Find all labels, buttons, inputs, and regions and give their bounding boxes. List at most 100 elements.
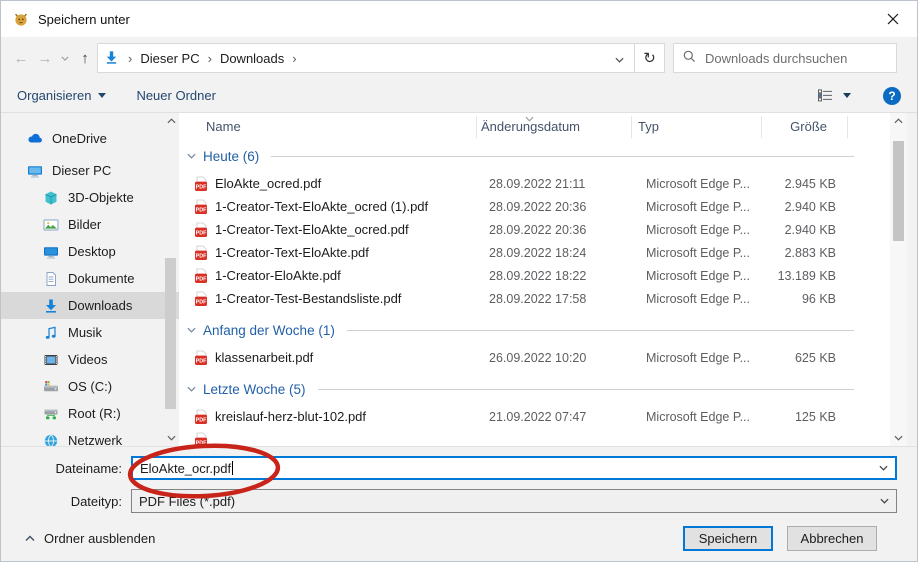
- sidebar-item-label: Dieser PC: [52, 163, 111, 178]
- close-icon[interactable]: [879, 6, 907, 32]
- file-name: 1-Creator-Test-Bestandsliste.pdf: [215, 291, 401, 306]
- cancel-button[interactable]: Abbrechen: [787, 526, 877, 551]
- view-options-chevron-icon[interactable]: [843, 93, 851, 98]
- group-label: Heute (6): [203, 149, 259, 164]
- file-name: 1-Creator-EloAkte.pdf: [215, 268, 341, 283]
- up-icon[interactable]: ↑: [73, 51, 97, 66]
- group-collapse-chevron-icon[interactable]: [187, 386, 196, 392]
- file-row-1-creator-test-bestandsliste-pdf[interactable]: PDF1-Creator-Test-Bestandsliste.pdf28.09…: [179, 287, 890, 310]
- new-folder-button[interactable]: Neuer Ordner: [136, 88, 215, 103]
- hide-folders-button[interactable]: Ordner ausblenden: [25, 531, 155, 546]
- breadcrumb-dieser-pc[interactable]: Dieser PC: [140, 51, 199, 66]
- column-headers: Name Änderungsdatum Typ Größe: [179, 113, 890, 140]
- group-header-heute-6[interactable]: Heute (6): [179, 140, 890, 172]
- sidebar-item-desktop[interactable]: Desktop: [1, 238, 179, 265]
- file-date: 21.09.2022 07:47: [485, 410, 640, 424]
- filetype-label: Dateityp:: [1, 494, 131, 509]
- group-collapse-chevron-icon[interactable]: [187, 327, 196, 333]
- file-type: Microsoft Edge P...: [640, 292, 770, 306]
- file-name: klassenarbeit.pdf: [215, 350, 313, 365]
- address-dropdown-chevron-icon[interactable]: [615, 51, 628, 66]
- column-header-date[interactable]: Änderungsdatum: [477, 116, 632, 138]
- sidebar-item-videos[interactable]: Videos: [1, 346, 179, 373]
- sidebar-item-downloads[interactable]: Downloads: [1, 292, 179, 319]
- column-header-name[interactable]: Name: [179, 116, 477, 138]
- sidebar-item-bilder[interactable]: Bilder: [1, 211, 179, 238]
- save-button[interactable]: Speichern: [683, 526, 773, 551]
- group-label: Anfang der Woche (1): [203, 323, 335, 338]
- group-header-anfang-der-woche-1[interactable]: Anfang der Woche (1): [179, 314, 890, 346]
- command-toolbar: Organisieren Neuer Ordner ?: [1, 79, 917, 113]
- sidebar-item-root-r[interactable]: Root (R:): [1, 400, 179, 427]
- scrollbar-thumb[interactable]: [893, 141, 904, 241]
- file-type: Microsoft Edge P...: [640, 177, 770, 191]
- svg-text:PDF: PDF: [196, 358, 207, 364]
- sidebar-item-netzwerk[interactable]: Netzwerk: [1, 427, 179, 446]
- sidebar-item-label: OS (C:): [68, 379, 112, 394]
- refresh-icon[interactable]: ↻: [635, 43, 665, 73]
- filetype-select[interactable]: PDF Files (*.pdf): [131, 489, 897, 513]
- scroll-down-icon[interactable]: [167, 430, 176, 446]
- search-box[interactable]: Downloads durchsuchen: [673, 43, 897, 73]
- file-name: 1-Creator-Text-EloAkte.pdf: [215, 245, 369, 260]
- group-collapse-chevron-icon[interactable]: [187, 153, 196, 159]
- navigation-bar: ← → ↑ › Dieser PC › Downloads › ↻ Downlo…: [1, 37, 917, 79]
- scroll-up-icon[interactable]: [894, 113, 903, 129]
- breadcrumb-downloads[interactable]: Downloads: [220, 51, 284, 66]
- pdf-file-icon: PDF: [193, 268, 209, 284]
- scrollbar-thumb[interactable]: [165, 258, 176, 409]
- filelist-scrollbar[interactable]: [890, 113, 907, 446]
- file-row-klassenarbeit-pdf[interactable]: PDFklassenarbeit.pdf26.09.2022 10:20Micr…: [179, 346, 890, 369]
- file-size: 2.945 KB: [770, 177, 856, 191]
- filename-input[interactable]: EloAkte_ocr.pdf: [131, 456, 897, 480]
- file-name: kreislauf-herz-blut-102.pdf: [215, 409, 366, 424]
- file-size: 2.940 KB: [770, 200, 856, 214]
- scroll-down-icon[interactable]: [894, 430, 903, 446]
- organize-button[interactable]: Organisieren: [17, 88, 106, 103]
- sidebar-item-label: Musik: [68, 325, 102, 340]
- sidebar-scrollbar[interactable]: [163, 113, 179, 446]
- sidebar-item-label: OneDrive: [52, 131, 107, 146]
- filename-label: Dateiname:: [1, 461, 131, 476]
- forward-icon[interactable]: →: [33, 51, 57, 66]
- sidebar-item-musik[interactable]: Musik: [1, 319, 179, 346]
- file-row-1-creator-text-eloakte-ocred-pdf[interactable]: PDF1-Creator-Text-EloAkte_ocred.pdf28.09…: [179, 218, 890, 241]
- column-header-type[interactable]: Typ: [632, 116, 762, 138]
- file-date: 28.09.2022 20:36: [485, 200, 640, 214]
- view-details-icon[interactable]: [818, 89, 833, 102]
- footer: Dateiname: EloAkte_ocr.pdf Dateityp: PDF…: [1, 446, 917, 561]
- breadcrumb-separator: ›: [290, 51, 298, 66]
- sidebar-item-label: Videos: [68, 352, 108, 367]
- pdf-file-icon: PDF: [193, 199, 209, 215]
- file-row-kreislauf-herz-blut-102-pdf[interactable]: PDFkreislauf-herz-blut-102.pdf21.09.2022…: [179, 405, 890, 428]
- pdf-file-icon: PDF: [193, 350, 209, 366]
- file-row-1-creator-eloakte-pdf[interactable]: PDF1-Creator-EloAkte.pdf28.09.2022 18:22…: [179, 264, 890, 287]
- address-bar[interactable]: › Dieser PC › Downloads ›: [97, 43, 635, 73]
- file-row-partial[interactable]: PDF: [179, 428, 890, 446]
- search-placeholder: Downloads durchsuchen: [705, 51, 847, 66]
- svg-text:PDF: PDF: [196, 230, 207, 236]
- os-drive-icon: [43, 379, 59, 395]
- file-row-1-creator-text-eloakte-ocred-1-pdf[interactable]: PDF 1-Creator-Text-EloAkte_ocred (1).pdf 2…: [179, 195, 890, 218]
- sidebar-item-dokumente[interactable]: Dokumente: [1, 265, 179, 292]
- scroll-up-icon[interactable]: [167, 113, 176, 129]
- downloads-icon: [43, 298, 59, 314]
- chevron-up-icon: [25, 535, 35, 542]
- filename-dropdown-chevron-icon[interactable]: [879, 465, 888, 471]
- sidebar-item-dieser-pc[interactable]: Dieser PC: [1, 157, 179, 184]
- file-name: 1-Creator-Text-EloAkte_ocred (1).pdf: [215, 199, 428, 214]
- file-row-eloakte-ocred-pdf[interactable]: PDFEloAkte_ocred.pdf28.09.2022 21:11Micr…: [179, 172, 890, 195]
- sidebar-item-os-c[interactable]: OS (C:): [1, 373, 179, 400]
- onedrive-cloud-icon: [27, 131, 43, 147]
- file-row-1-creator-text-eloakte-pdf[interactable]: PDF1-Creator-Text-EloAkte.pdf28.09.2022 …: [179, 241, 890, 264]
- sidebar-item-onedrive[interactable]: OneDrive: [1, 125, 179, 152]
- back-icon[interactable]: ←: [9, 51, 33, 66]
- save-as-dialog: Speichern unter ← → ↑ › Dieser PC › Down…: [0, 0, 918, 562]
- sidebar-item-3d-objekte[interactable]: 3D-Objekte: [1, 184, 179, 211]
- sidebar-item-label: Bilder: [68, 217, 101, 232]
- file-size: 625 KB: [770, 351, 856, 365]
- recent-locations-chevron-icon[interactable]: [57, 56, 73, 61]
- help-icon[interactable]: ?: [883, 87, 901, 105]
- column-header-size[interactable]: Größe: [762, 116, 848, 138]
- group-header-letzte-woche-5[interactable]: Letzte Woche (5): [179, 373, 890, 405]
